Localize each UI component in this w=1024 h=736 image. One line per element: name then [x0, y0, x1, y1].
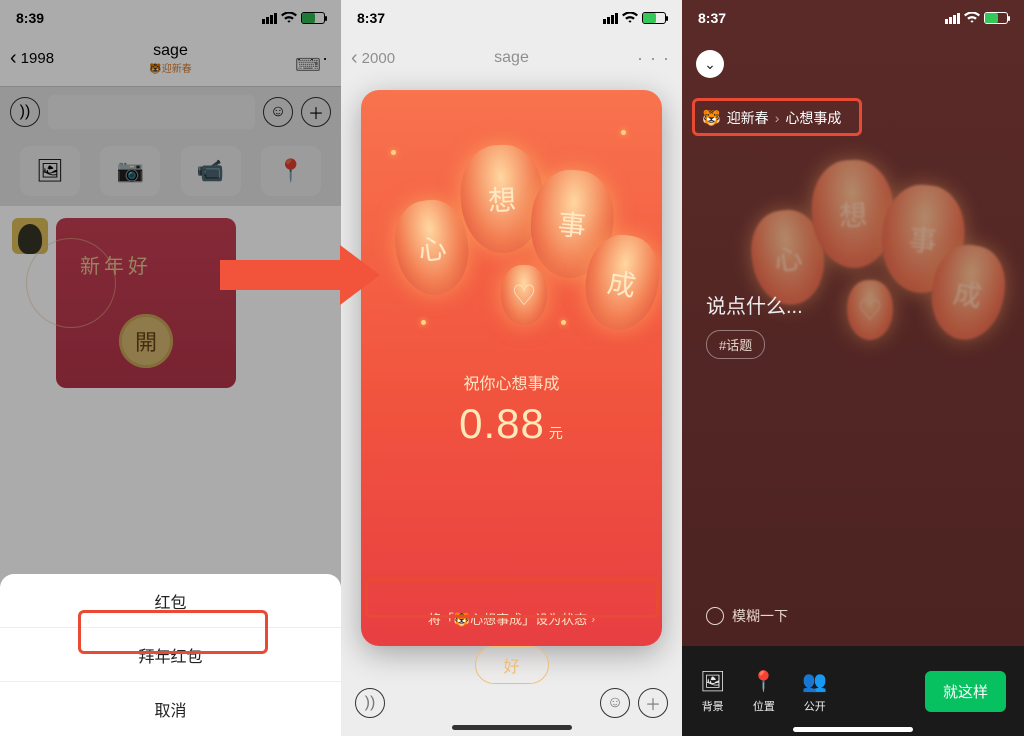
chat-title: sage — [494, 49, 529, 67]
lanterns-illustration: 心 想 事 成 ♡ — [682, 130, 1024, 606]
nav-bar: ‹ 2000 sage · · · — [341, 36, 682, 80]
location-button[interactable]: 📍 位置 — [751, 669, 776, 714]
location-icon[interactable]: 📍 — [261, 146, 321, 196]
screen-chat: 8:39 ‹ 1998 sage 🐯迎新春 · · · — [0, 0, 341, 736]
status-bar: 8:37 — [682, 0, 1024, 36]
breadcrumb[interactable]: 🐯 迎新春 › 心想事成 — [702, 108, 841, 128]
chevron-right-icon: › — [591, 612, 595, 626]
signal-icon — [945, 13, 960, 24]
amount-text: 0.88元 — [361, 400, 662, 448]
people-icon: 👥 — [802, 669, 827, 694]
lantern-char: 心 — [415, 226, 448, 270]
confirm-button[interactable]: 就这样 — [925, 671, 1006, 712]
keyboard-icon: ⌨︎ — [295, 55, 321, 76]
visibility-button[interactable]: 👥 公开 — [802, 669, 827, 714]
image-icon: 🖼 — [700, 669, 725, 694]
video-icon[interactable]: 📹 — [181, 146, 241, 196]
chevron-right-icon: › — [775, 110, 780, 126]
lantern-char: ♡ — [511, 279, 536, 312]
emoji-icon[interactable]: ☺ — [263, 97, 293, 127]
chat-input-bar: )) ☺ ＋ — [341, 688, 682, 718]
attachment-tray: 🖼 📷 📹 📍 — [0, 136, 341, 206]
more-button[interactable]: · · · — [637, 48, 670, 69]
voice-icon[interactable]: )) — [10, 97, 40, 127]
composer-toolbar: 🖼 背景 📍 位置 👥 公开 就这样 — [682, 646, 1024, 736]
voice-icon[interactable]: )) — [355, 688, 385, 718]
chevron-down-icon: ⌄ — [704, 56, 716, 73]
wifi-icon — [964, 12, 980, 24]
sheet-hongbao[interactable]: 红包 — [0, 574, 341, 628]
lantern-char: 成 — [605, 260, 640, 304]
home-indicator[interactable] — [793, 727, 913, 732]
lantern-char: 事 — [556, 203, 587, 245]
screen-status-composer: 8:37 ⌄ 🐯 迎新春 › 心想事成 心 想 事 成 ♡ 说点什么... #话… — [682, 0, 1024, 736]
plus-icon[interactable]: ＋ — [638, 688, 668, 718]
close-dropdown-button[interactable]: ⌄ — [696, 50, 724, 78]
status-time: 8:37 — [698, 10, 726, 26]
status-bar: 8:37 — [341, 0, 682, 36]
nav-bar: ‹ 1998 sage 🐯迎新春 · · · — [0, 36, 341, 80]
flow-arrow-icon — [220, 260, 340, 290]
chat-title: sage — [149, 42, 191, 60]
camera-icon[interactable]: 📷 — [100, 146, 160, 196]
status-time: 8:39 — [16, 10, 44, 26]
home-indicator[interactable] — [452, 725, 572, 730]
battery-icon — [642, 12, 666, 24]
back-button[interactable]: ‹ 2000 — [351, 48, 395, 68]
chat-input-bar: )) ☺ ＋ — [0, 86, 341, 136]
signal-icon — [262, 13, 277, 24]
envelope-result-card: 心 想 事 成 ♡ 祝你心想事成 0.88元 将「🐯心想事成」设为状态 › — [361, 90, 662, 646]
tiger-icon: 🐯 — [702, 109, 721, 127]
wish-text: 祝你心想事成 — [361, 370, 662, 394]
lanterns-illustration: 心 想 事 成 ♡ — [361, 90, 662, 350]
pin-icon: 📍 — [751, 669, 776, 694]
status-bar: 8:39 — [0, 0, 341, 36]
status-text-input[interactable]: 说点什么... — [706, 290, 803, 319]
lantern-char: 想 — [487, 178, 517, 219]
chevron-left-icon: ‹ — [351, 48, 358, 68]
back-count: 1998 — [21, 50, 54, 67]
battery-icon — [301, 12, 325, 24]
crumb-a: 迎新春 — [727, 108, 769, 128]
ok-button[interactable]: 好 — [474, 646, 548, 684]
wifi-icon — [281, 12, 297, 24]
sheet-cancel[interactable]: 取消 — [0, 682, 341, 736]
blur-toggle[interactable]: 模糊一下 — [706, 606, 788, 626]
chevron-left-icon: ‹ — [10, 48, 17, 68]
chat-subtitle: 迎新春 — [162, 64, 192, 75]
red-envelope-message[interactable]: 新年好 開 — [56, 218, 236, 388]
plus-icon[interactable]: ＋ — [301, 97, 331, 127]
crumb-b: 心想事成 — [785, 108, 841, 128]
signal-icon — [603, 13, 618, 24]
wifi-icon — [622, 12, 638, 24]
back-button[interactable]: ‹ 1998 — [10, 48, 54, 68]
topic-chip[interactable]: #话题 — [706, 330, 765, 359]
set-status-button[interactable]: 将「🐯心想事成」设为状态 › — [361, 609, 662, 628]
status-time: 8:37 — [357, 10, 385, 26]
screen-open-envelope: 8:37 ‹ 2000 sage · · · 心 想 事 成 ♡ — [341, 0, 682, 736]
battery-icon — [984, 12, 1008, 24]
radio-icon — [706, 607, 724, 625]
back-count: 2000 — [362, 50, 395, 67]
envelope-open-button[interactable]: 開 — [119, 314, 173, 368]
message-input[interactable] — [48, 95, 255, 129]
background-button[interactable]: 🖼 背景 — [700, 669, 725, 714]
sheet-newyear-hongbao[interactable]: 拜年红包 — [0, 628, 341, 682]
gallery-icon[interactable]: 🖼 — [20, 146, 80, 196]
action-sheet: 红包 拜年红包 取消 — [0, 574, 341, 736]
emoji-icon[interactable]: ☺ — [600, 688, 630, 718]
